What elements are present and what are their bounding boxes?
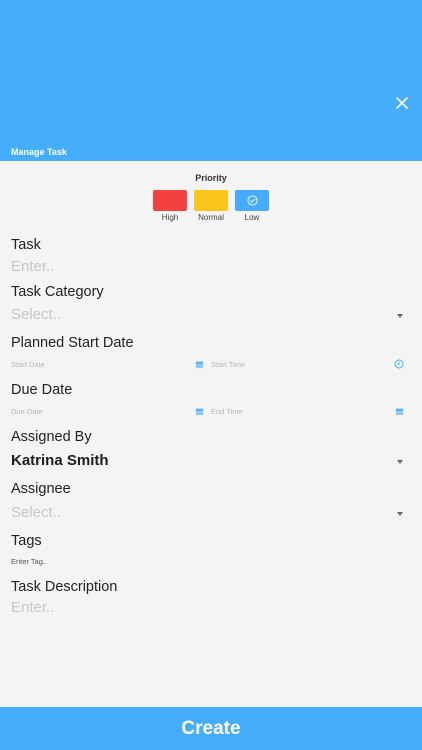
tags-input[interactable]: Enter Tag.. [11, 557, 47, 566]
task-category-value: Select.. [11, 306, 62, 323]
assigned-by-label: Assigned By [11, 429, 92, 445]
tags-label: Tags [11, 533, 42, 549]
start-time-field[interactable]: Start Time [211, 360, 245, 369]
priority-high-button[interactable] [153, 190, 187, 211]
priority-low-button[interactable] [235, 190, 269, 211]
start-date-field[interactable]: Start Date [11, 360, 45, 369]
end-time-field[interactable]: End Time [211, 407, 243, 416]
due-date-label: Due Date [11, 382, 73, 398]
priority-low-label: Low [244, 213, 260, 222]
task-description-input[interactable]: Enter.. [11, 599, 391, 616]
task-category-select[interactable]: Select.. [11, 306, 409, 328]
due-date-field[interactable]: Due Date [11, 407, 43, 416]
header: Manage Task [0, 0, 422, 161]
chevron-down-icon [397, 314, 403, 318]
create-button[interactable]: Create [0, 707, 422, 750]
calendar-icon[interactable] [394, 406, 404, 416]
clock-icon[interactable] [394, 359, 404, 369]
check-circle-icon [246, 195, 258, 206]
priority-normal-button[interactable] [194, 190, 228, 211]
assignee-value: Select.. [11, 504, 62, 521]
task-category-label: Task Category [11, 284, 104, 300]
assigned-by-value: Katrina Smith [11, 452, 109, 469]
calendar-icon[interactable] [194, 406, 204, 416]
chevron-down-icon [397, 512, 403, 516]
page-title: Manage Task [11, 147, 67, 157]
chevron-down-icon [397, 460, 403, 464]
close-icon [396, 97, 408, 109]
planned-start-label: Planned Start Date [11, 335, 134, 351]
task-description-label: Task Description [11, 579, 118, 595]
task-input[interactable]: Enter.. [11, 258, 391, 275]
task-label: Task [11, 237, 41, 253]
priority-title: Priority [195, 173, 227, 183]
calendar-icon[interactable] [194, 359, 204, 369]
assignee-label: Assignee [11, 481, 71, 497]
assignee-select[interactable]: Select.. [11, 504, 409, 526]
close-button[interactable] [391, 92, 413, 114]
assigned-by-select[interactable]: Katrina Smith [11, 452, 409, 474]
